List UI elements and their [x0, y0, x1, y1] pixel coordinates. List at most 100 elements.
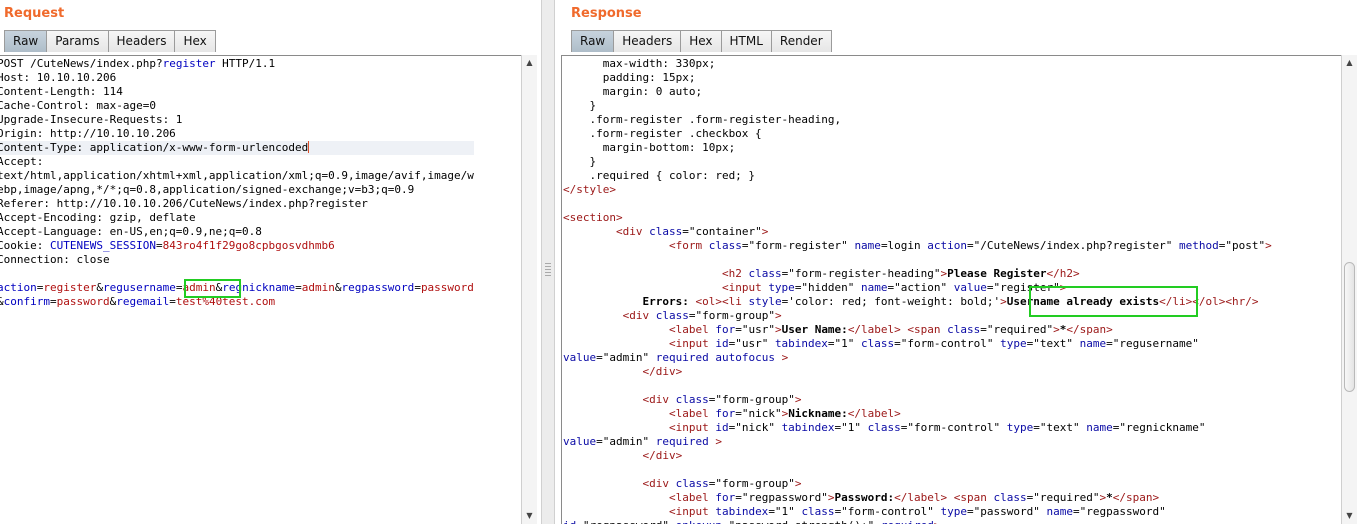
code-token: ="password_strength();" — [722, 519, 881, 524]
code-token: * — [1106, 491, 1113, 504]
code-token: admin — [301, 281, 335, 294]
response-tab-hex[interactable]: Hex — [680, 30, 722, 52]
code-token: ="form-group" — [708, 393, 795, 406]
response-tab-html[interactable]: HTML — [720, 30, 772, 52]
response-tab-raw[interactable]: Raw — [571, 30, 615, 52]
code-line: Accept: — [0, 155, 474, 169]
code-token: ="text" — [1033, 421, 1087, 434]
code-line: POST /CuteNews/index.php?register HTTP/1… — [0, 57, 474, 71]
code-token: <hr/> — [1225, 295, 1259, 308]
code-token: > — [794, 477, 802, 490]
code-line: </style> — [563, 183, 1272, 197]
code-token: Accept: — [0, 155, 44, 168]
scroll-down-arrow-icon[interactable]: ▼ — [1342, 509, 1357, 523]
request-tab-hex[interactable]: Hex — [174, 30, 216, 52]
code-line: } — [563, 155, 1272, 169]
scroll-down-arrow-icon[interactable]: ▼ — [522, 509, 537, 523]
code-token: <label — [668, 407, 716, 420]
code-token: ="form-register-heading" — [781, 267, 941, 280]
code-token: required — [881, 519, 934, 524]
code-token: margin-bottom: 10px; — [563, 141, 736, 154]
request-code[interactable]: POST /CuteNews/index.php?register HTTP/1… — [0, 57, 474, 309]
request-scrollbar[interactable]: ▲ ▼ — [521, 55, 537, 524]
response-editor[interactable]: max-width: 330px; padding: 15px; margin:… — [561, 55, 1341, 524]
response-tab-headers[interactable]: Headers — [613, 30, 682, 52]
code-token: regusername — [102, 281, 176, 294]
code-token: text/html,application/xhtml+xml,applicat… — [0, 169, 474, 182]
text-cursor — [308, 141, 310, 153]
code-token: <label — [668, 323, 716, 336]
code-token: <span — [907, 323, 948, 336]
code-token: ="1" — [834, 421, 868, 434]
response-scroll-thumb[interactable] — [1344, 261, 1355, 392]
code-line: <input tabindex="1" class="form-control"… — [563, 505, 1272, 519]
code-token: CUTENEWS_SESSION — [49, 239, 156, 252]
code-token: <span — [953, 491, 994, 504]
code-line: Connection: close — [0, 253, 474, 267]
response-tab-render[interactable]: Render — [770, 30, 832, 52]
code-token: ="nick" — [728, 421, 782, 434]
code-token: > — [1000, 295, 1007, 308]
code-token: > — [708, 435, 722, 448]
code-token: </style> — [563, 183, 616, 196]
request-tab-params[interactable]: Params — [46, 30, 109, 52]
code-line: Accept-Encoding: gzip, deflate — [0, 211, 474, 225]
code-token: register — [162, 57, 216, 70]
code-token: ="form-control" — [834, 505, 941, 518]
code-token: <ol> — [695, 295, 722, 308]
code-token: class — [675, 477, 709, 490]
pane-splitter[interactable] — [541, 0, 555, 524]
code-token: </div> — [642, 365, 683, 378]
code-token: name — [861, 281, 888, 294]
code-token: id — [715, 421, 729, 434]
scroll-up-arrow-icon[interactable]: ▲ — [522, 56, 537, 70]
code-line: Cookie: CUTENEWS_SESSION=843ro4f1f29go8c… — [0, 239, 474, 253]
code-line: Host: 10.10.10.206 — [0, 71, 474, 85]
code-token: class — [655, 309, 689, 322]
code-token: > — [774, 309, 782, 322]
code-token: = — [414, 281, 421, 294]
response-scrollbar[interactable]: ▲ ▼ — [1341, 55, 1357, 524]
code-token: ="action" — [887, 281, 954, 294]
code-token: } — [563, 99, 597, 112]
scroll-up-arrow-icon[interactable]: ▲ — [1342, 56, 1357, 70]
code-token: ="1" — [768, 505, 802, 518]
code-token: <div — [622, 309, 656, 322]
code-token: ="regpassword" — [735, 491, 828, 504]
code-token: ="form-control" — [894, 337, 1001, 350]
code-token: ="container" — [682, 225, 762, 238]
code-token: <input — [668, 505, 716, 518]
grip-icon[interactable] — [545, 262, 551, 276]
code-token: name — [1079, 337, 1107, 350]
code-token: for — [715, 407, 736, 420]
code-token: method — [1178, 239, 1219, 252]
code-token: max-width: 330px; — [563, 57, 716, 70]
request-tab-headers[interactable]: Headers — [107, 30, 176, 52]
code-token: Cache-Control: max-age=0 — [0, 99, 156, 112]
request-tab-raw[interactable]: Raw — [4, 30, 48, 52]
code-token: Accept-Encoding: gzip, deflate — [0, 211, 196, 224]
code-token: ="form-group" — [688, 309, 775, 322]
code-token: name — [854, 239, 881, 252]
code-token: regemail — [116, 295, 170, 308]
code-token: value — [563, 351, 597, 364]
code-token: tabindex — [715, 505, 769, 518]
request-editor[interactable]: POST /CuteNews/index.php?register HTTP/1… — [0, 55, 521, 524]
code-token: Connection: close — [0, 253, 110, 266]
code-token: ="post" — [1218, 239, 1266, 252]
code-token: > — [774, 351, 789, 364]
code-line: </div> — [563, 449, 1272, 463]
code-token: id — [715, 337, 729, 350]
code-token: .form-register .checkbox { — [563, 127, 762, 140]
